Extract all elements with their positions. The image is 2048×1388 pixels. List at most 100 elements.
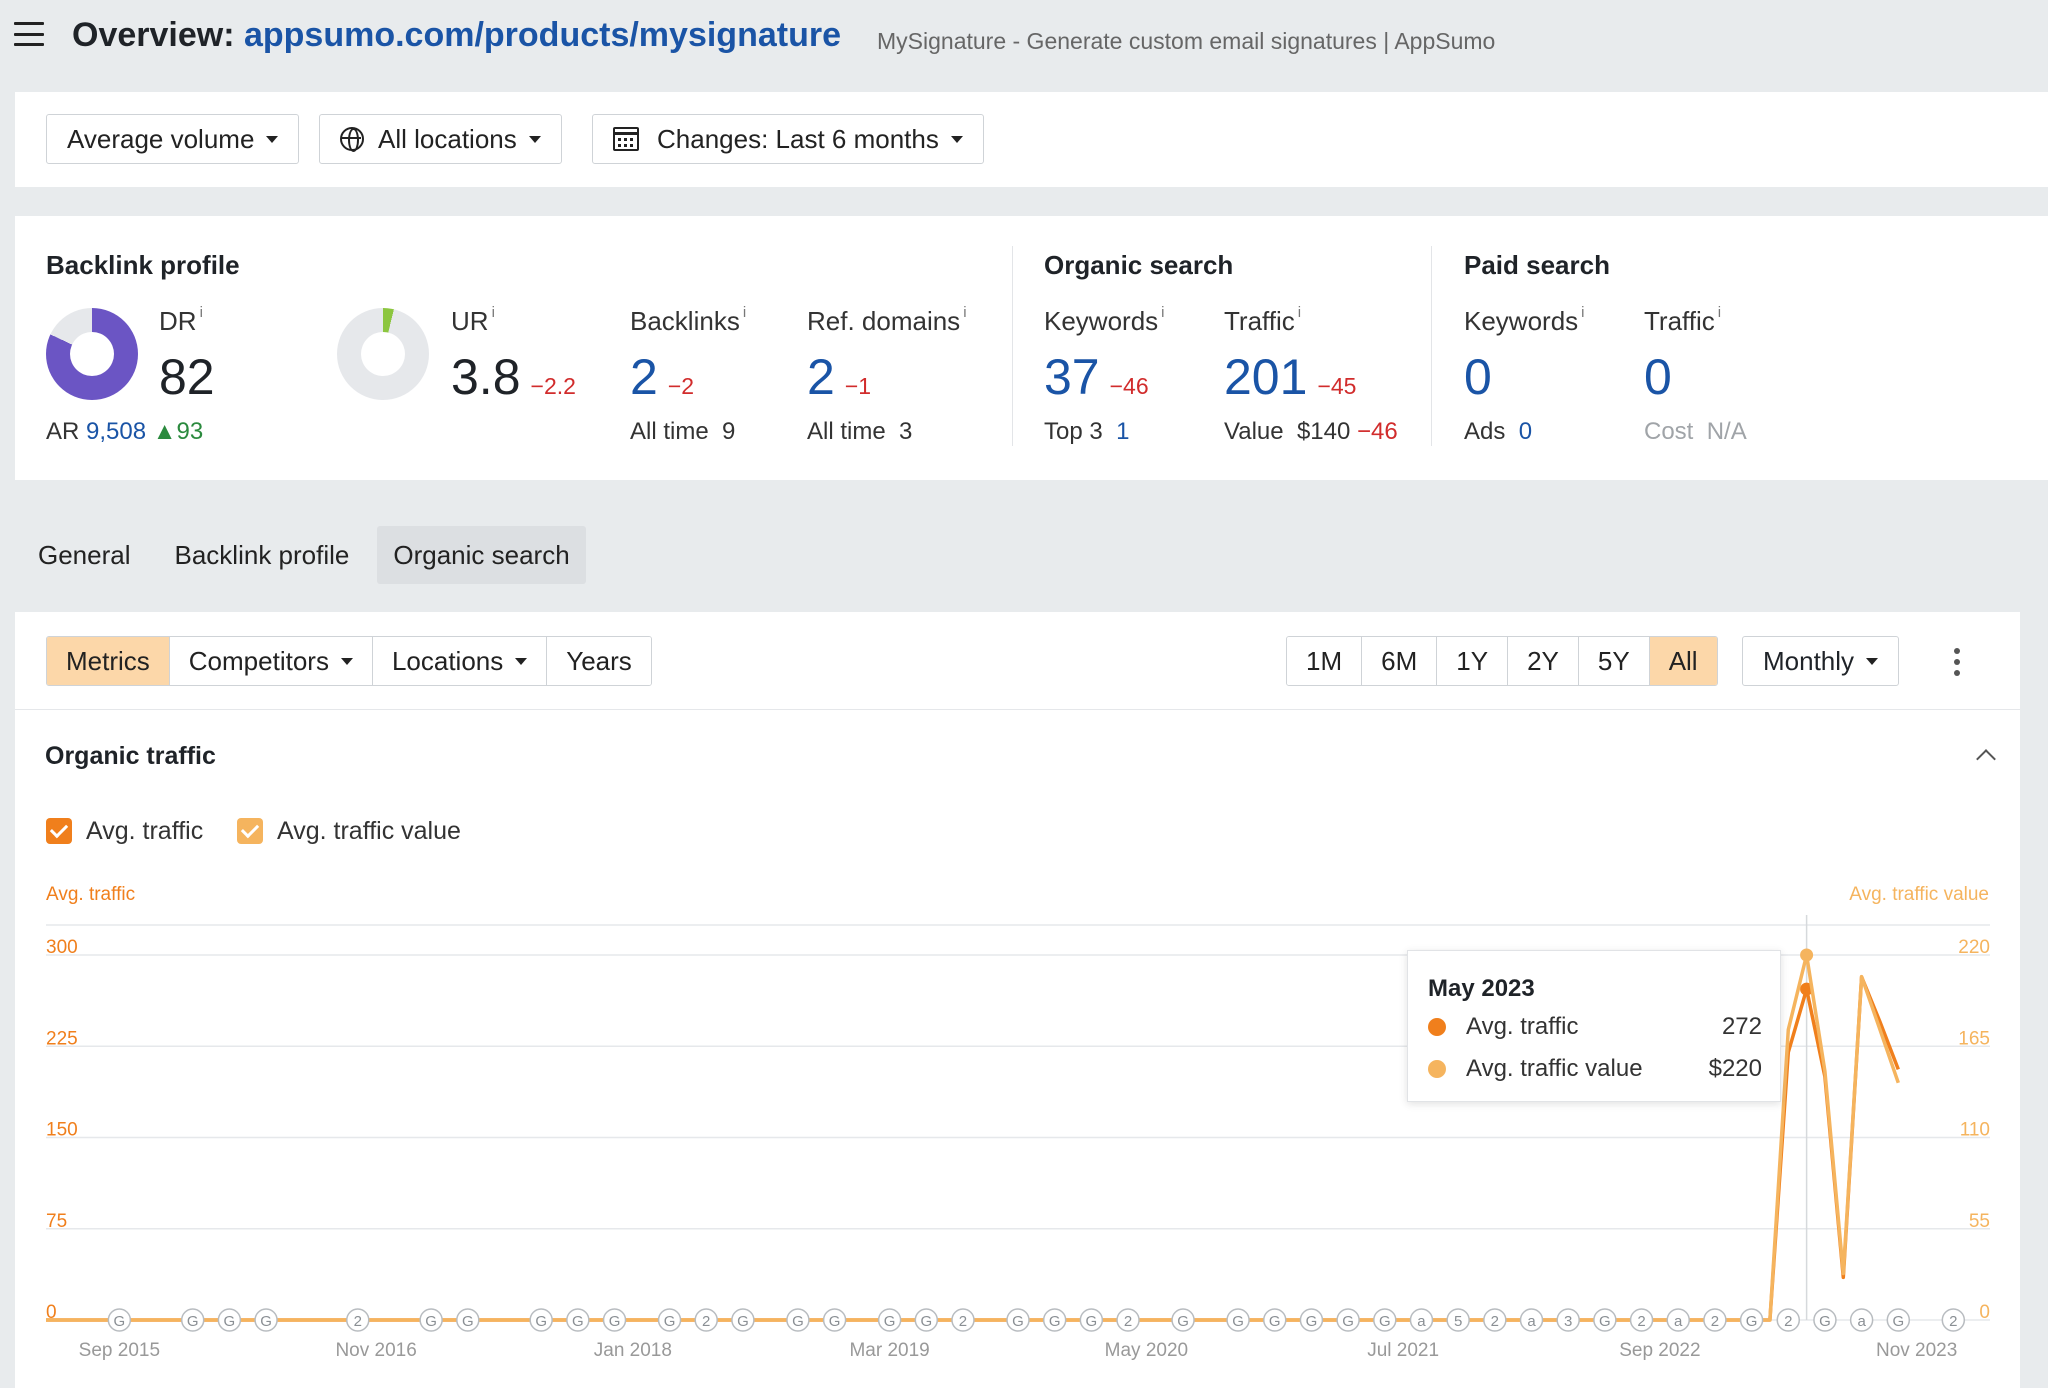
x-tick-label: Nov 2016 (335, 1340, 416, 1361)
annotation-label: G (535, 1313, 547, 1330)
x-tick-label: Sep 2015 (79, 1340, 160, 1361)
page-title: Overview: appsumo.com/products/mysignatu… (72, 16, 841, 55)
annotation-label: G (1819, 1313, 1831, 1330)
y-tick-left: 75 (46, 1211, 67, 1232)
backlinks-value-link[interactable]: 2 −2 (630, 348, 694, 406)
annotation-label: 2 (1637, 1313, 1645, 1330)
title-prefix: Overview: (72, 16, 235, 54)
annotation-label: G (920, 1313, 932, 1330)
annotation-label: G (1049, 1313, 1061, 1330)
annotation-label: G (114, 1313, 126, 1330)
organic-keywords-label[interactable]: Keywords i (1044, 304, 1165, 337)
annotation-label: G (260, 1313, 272, 1330)
tooltip-title: May 2023 (1428, 975, 1535, 1002)
y-tick-left: 300 (46, 937, 78, 958)
ads-row: Ads 0 (1464, 418, 1533, 445)
header-bar: Overview: appsumo.com/products/mysignatu… (0, 0, 2048, 78)
tab-backlink-profile[interactable]: Backlink profile (159, 526, 366, 584)
annotation-label: G (737, 1313, 749, 1330)
annotation-label: G (187, 1313, 199, 1330)
metrics-panel: Backlink profile DR i 82 AR 9,508 ▲93 UR i… (15, 216, 2048, 480)
annotation-label: G (884, 1313, 896, 1330)
annotation-label: G (792, 1313, 804, 1330)
chart-tooltip: May 2023 Avg. traffic 272 Avg. traffic v… (1407, 950, 1781, 1102)
chevron-down-icon (266, 135, 279, 143)
ur-label[interactable]: UR i (451, 304, 495, 337)
top3-value-link[interactable]: 1 (1116, 418, 1129, 445)
dr-label[interactable]: DR i (159, 304, 203, 337)
ads-value-link[interactable]: 0 (1519, 418, 1532, 445)
locations-dropdown[interactable]: All locations (319, 114, 562, 164)
x-tick-label: Mar 2019 (849, 1340, 929, 1361)
paid-traffic-label[interactable]: Traffic i (1644, 304, 1721, 337)
backlinks-alltime: All time 9 (630, 418, 736, 445)
locations-dropdown-label: All locations (378, 123, 517, 154)
annotation-label: 5 (1454, 1313, 1462, 1330)
info-icon: i (1297, 304, 1302, 321)
chart-panel: Metrics Competitors Locations Years 1M 6… (15, 612, 2020, 1388)
filters-bar: Average volume All locations Changes: La… (15, 92, 2048, 187)
info-icon: i (1161, 304, 1165, 321)
annotation-label: 3 (1564, 1313, 1572, 1330)
dr-value: 82 (159, 349, 215, 405)
tab-general[interactable]: General (22, 526, 147, 584)
paid-traffic-value-link[interactable]: 0 (1644, 348, 1672, 406)
annotation-label: a (1417, 1313, 1426, 1330)
chevron-down-icon (528, 135, 541, 143)
backlinks-label[interactable]: Backlinks i (630, 304, 746, 337)
changes-dropdown-label: Changes: Last 6 months (657, 123, 939, 154)
y-tick-left: 225 (46, 1028, 78, 1049)
target-url-link[interactable]: appsumo.com/products/mysignature (244, 16, 841, 54)
annotation-label: G (462, 1313, 474, 1330)
traffic-value-row: Value $140 −46 (1224, 418, 1398, 445)
ref-domains-alltime: All time 3 (807, 418, 913, 445)
annotation-label: G (1269, 1313, 1281, 1330)
ref-domains-delta: −1 (844, 373, 872, 399)
tab-organic-search[interactable]: Organic search (377, 526, 586, 584)
x-tick-label: Nov 2023 (1876, 1340, 1957, 1361)
ref-domains-value-link[interactable]: 2 −1 (807, 348, 871, 406)
y-tick-right: 55 (1969, 1211, 1990, 1232)
annotation-label: 2 (1784, 1313, 1792, 1330)
x-tick-label: Sep 2022 (1619, 1340, 1700, 1361)
ref-domains-label[interactable]: Ref. domains i (807, 304, 967, 337)
info-icon: i (199, 304, 203, 321)
section-divider (1012, 246, 1013, 446)
annotation-label: G (1086, 1313, 1098, 1330)
annotation-label: G (425, 1313, 437, 1330)
changes-dropdown[interactable]: Changes: Last 6 months (592, 114, 984, 164)
ur-value: 3.8 −2.2 (451, 349, 576, 405)
ar-delta: ▲93 (152, 418, 204, 445)
series-dot-icon (1428, 1018, 1446, 1036)
annotation-label: 2 (1949, 1313, 1957, 1330)
annotation-label: G (1306, 1313, 1318, 1330)
paid-keywords-value-link[interactable]: 0 (1464, 348, 1492, 406)
volume-dropdown-label: Average volume (67, 123, 255, 154)
organic-traffic-label[interactable]: Traffic i (1224, 304, 1302, 337)
x-tick-label: Jul 2021 (1367, 1340, 1439, 1361)
annotation-label: a (1674, 1313, 1683, 1330)
annotation-label: G (224, 1313, 236, 1330)
organic-traffic-value-link[interactable]: 201 −45 (1224, 348, 1356, 406)
annotation-label: G (1012, 1313, 1024, 1330)
y-tick-right: 165 (1958, 1028, 1990, 1049)
cost-row: Cost N/A (1644, 418, 1747, 445)
volume-dropdown[interactable]: Average volume (46, 114, 300, 164)
tooltip-row-value: Avg. traffic value $220 (1428, 1053, 1762, 1083)
annotation-label: a (1857, 1313, 1866, 1330)
menu-icon[interactable] (14, 22, 44, 46)
tooltip-row-traffic: Avg. traffic 272 (1428, 1011, 1762, 1041)
ar-value-link[interactable]: 9,508 (86, 418, 146, 445)
top3-row: Top 3 1 (1044, 418, 1130, 445)
annotation-label: G (1746, 1313, 1758, 1330)
series-dot-icon (1428, 1060, 1446, 1078)
info-icon: i (963, 304, 967, 321)
annotation-label: 2 (1711, 1313, 1719, 1330)
globe-icon (340, 127, 364, 152)
paid-keywords-label[interactable]: Keywords i (1464, 304, 1585, 337)
annotation-label: G (1599, 1313, 1611, 1330)
dr-donut-chart (46, 308, 138, 400)
organic-keywords-value-link[interactable]: 37 −46 (1044, 348, 1149, 406)
organic-keywords-delta: −46 (1109, 373, 1149, 399)
ar-row: AR 9,508 ▲93 (46, 418, 204, 445)
